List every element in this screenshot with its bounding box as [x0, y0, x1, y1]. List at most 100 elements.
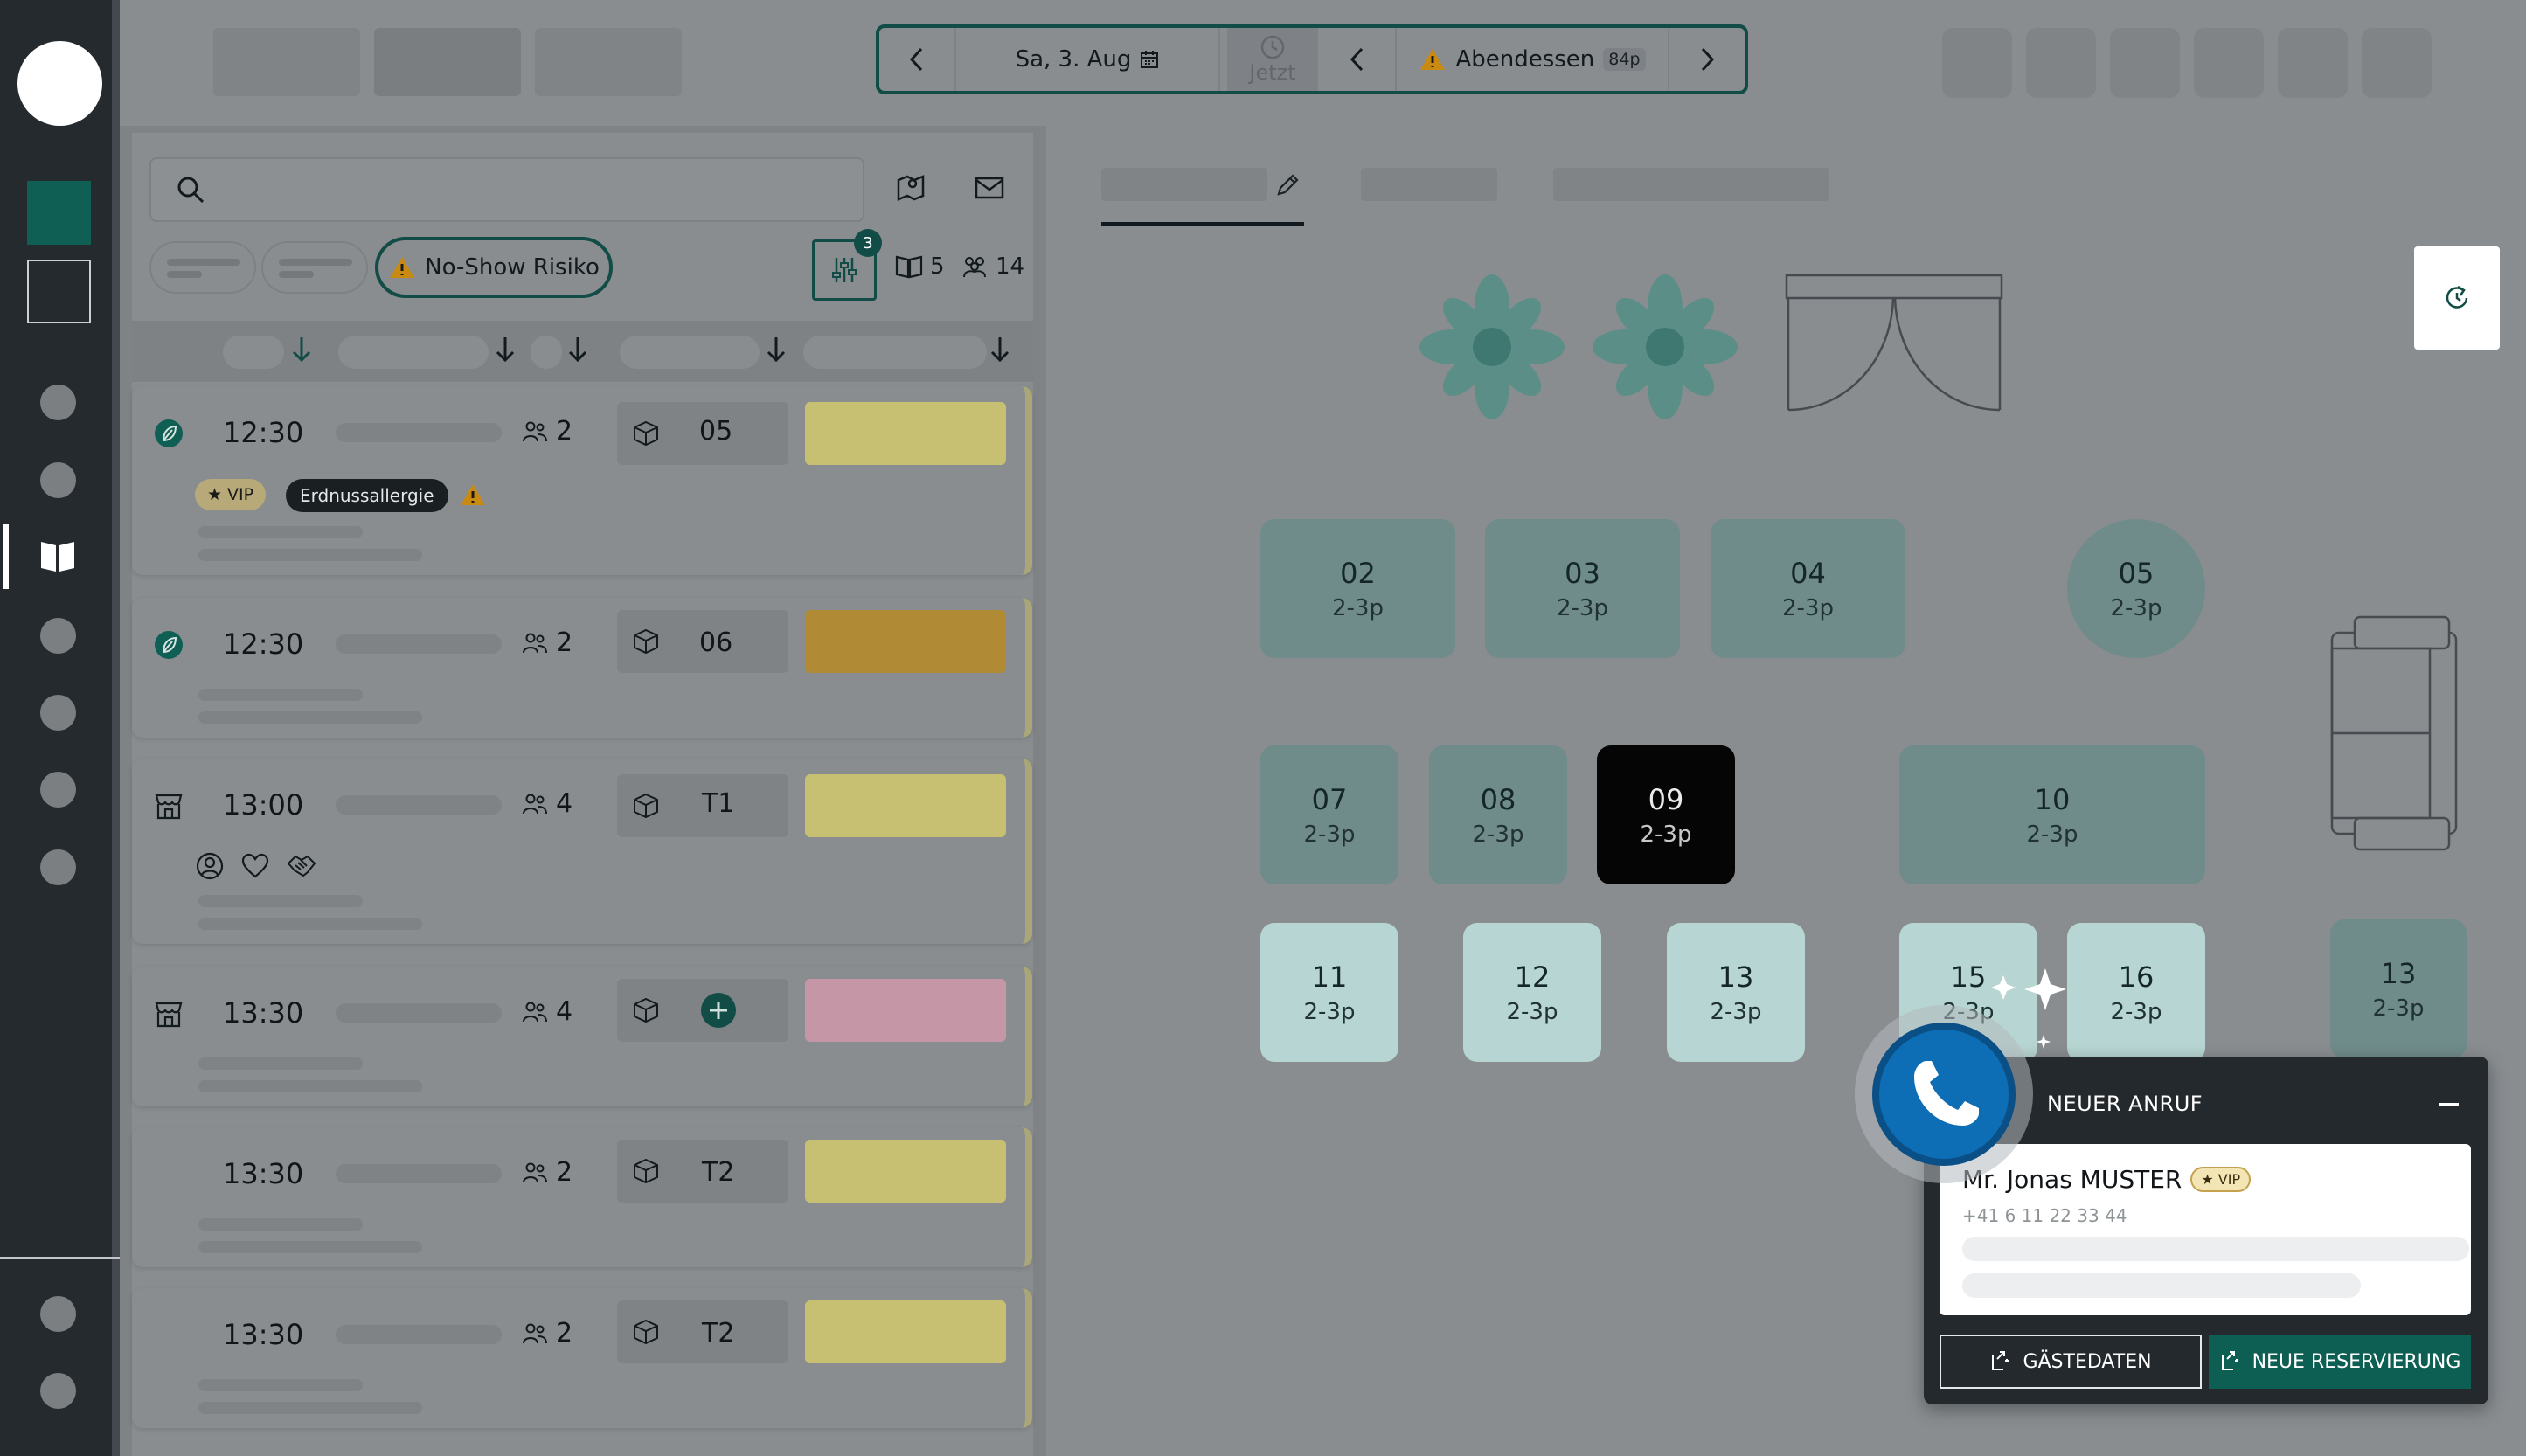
sidebar-item-2[interactable]: [40, 462, 76, 498]
sidebar-item-1[interactable]: [40, 385, 76, 420]
table-11[interactable]: 11 2-3p: [1260, 923, 1398, 1062]
table-03[interactable]: 03 2-3p: [1485, 519, 1680, 658]
guest-count: 2: [521, 1157, 573, 1188]
toolbar-button-3[interactable]: [2110, 28, 2180, 98]
sidebar-item-7[interactable]: [40, 849, 76, 885]
toolbar-button-2[interactable]: [2026, 28, 2096, 98]
sofa-icon: [2330, 615, 2458, 851]
top-tab-2[interactable]: [374, 28, 521, 96]
status-indicator[interactable]: [805, 1300, 1006, 1363]
filter-pill-1[interactable]: [149, 241, 256, 294]
note-placeholder: [198, 689, 363, 701]
prev-date-button[interactable]: [879, 28, 954, 91]
table-08[interactable]: 08 2-3p: [1429, 745, 1567, 884]
status-indicator[interactable]: [805, 402, 1006, 465]
add-table-icon[interactable]: [700, 992, 737, 1029]
table-05[interactable]: 05 2-3p: [2067, 519, 2205, 658]
arrow-down-icon[interactable]: [565, 334, 591, 365]
toolbar-button-1[interactable]: [1942, 28, 2012, 98]
filter-pill-2[interactable]: [261, 241, 368, 294]
note-placeholder: [198, 1402, 422, 1414]
table-16[interactable]: 16 2-3p: [2067, 923, 2205, 1062]
toolbar-button-4[interactable]: [2194, 28, 2264, 98]
search-input[interactable]: [149, 157, 864, 222]
table-07[interactable]: 07 2-3p: [1260, 745, 1398, 884]
reservation-card[interactable]: 13:30 4: [132, 967, 1032, 1106]
note-placeholder: [198, 1241, 422, 1253]
caller-card[interactable]: Mr. Jonas MUSTER ★ VIP +41 6 11 22 33 44: [1940, 1144, 2471, 1315]
top-tab-1[interactable]: [213, 28, 360, 96]
no-show-risk-filter[interactable]: No-Show Risiko: [375, 237, 613, 298]
answer-call-button[interactable]: [1872, 1023, 2016, 1166]
table-12[interactable]: 12 2-3p: [1463, 923, 1601, 1062]
pencil-icon[interactable]: [1275, 171, 1301, 198]
arrow-down-icon[interactable]: [492, 334, 518, 365]
service-selector[interactable]: Abendessen 84p: [1397, 28, 1668, 91]
now-label: Jetzt: [1249, 60, 1296, 85]
sort-column-5[interactable]: [803, 336, 987, 369]
table-09-selected[interactable]: 09 2-3p: [1597, 745, 1735, 884]
table-13-lounge[interactable]: 13 2-3p: [2330, 919, 2467, 1058]
table-02[interactable]: 02 2-3p: [1260, 519, 1455, 658]
top-tab-3[interactable]: [535, 28, 682, 96]
floor-tab-2[interactable]: [1361, 168, 1497, 201]
floor-tab-3[interactable]: [1553, 168, 1829, 201]
warning-icon: [461, 484, 485, 505]
people-icon: [523, 421, 547, 441]
reservation-card[interactable]: 13:00 4 T1: [132, 759, 1032, 944]
table-field[interactable]: [617, 979, 788, 1042]
table-10[interactable]: 10 2-3p: [1899, 745, 2205, 884]
sidebar-item-8[interactable]: [40, 1296, 76, 1332]
reservation-card[interactable]: 12:30 2 06: [132, 598, 1032, 738]
sidebar-item-secondary[interactable]: [27, 260, 91, 323]
table-13[interactable]: 13 2-3p: [1667, 923, 1805, 1062]
table-04[interactable]: 04 2-3p: [1711, 519, 1905, 658]
date-picker[interactable]: Sa, 3. Aug: [956, 28, 1218, 91]
door-icon: [1785, 274, 2003, 412]
next-service-button[interactable]: [1669, 28, 1745, 91]
prev-service-button[interactable]: [1320, 28, 1395, 91]
service-capacity-badge: 84p: [1603, 48, 1646, 71]
guest-name-placeholder: [336, 795, 502, 815]
sidebar-item-5[interactable]: [40, 695, 76, 731]
minimize-button[interactable]: [2439, 1103, 2459, 1106]
table-number: T1: [702, 788, 735, 819]
sidebar-item-4[interactable]: [40, 618, 76, 654]
reservation-card[interactable]: 13:30 2 T2: [132, 1127, 1032, 1267]
sidebar-item-9[interactable]: [40, 1373, 76, 1409]
app-logo[interactable]: [17, 41, 102, 126]
caller-detail-placeholder: [1962, 1237, 2469, 1261]
reservation-card[interactable]: 12:30 2 05 ★ VIP Erdnussallergie: [132, 386, 1032, 575]
sort-column-4[interactable]: [620, 336, 760, 369]
status-indicator[interactable]: [805, 774, 1006, 837]
arrow-down-icon[interactable]: [987, 334, 1013, 365]
sidebar-item-6[interactable]: [40, 772, 76, 808]
sort-column-1[interactable]: [223, 336, 284, 369]
floor-tab-1[interactable]: [1101, 168, 1267, 201]
mail-icon[interactable]: [975, 175, 1004, 201]
reservation-time: 13:30: [223, 1318, 304, 1351]
status-indicator[interactable]: [805, 610, 1006, 673]
guest-data-button[interactable]: GÄSTEDATEN: [1940, 1335, 2202, 1389]
new-reservation-button[interactable]: NEUE RESERVIERUNG: [2209, 1335, 2471, 1389]
arrow-down-icon[interactable]: [288, 334, 315, 365]
arrow-down-icon[interactable]: [763, 334, 789, 365]
book-icon[interactable]: [39, 538, 76, 573]
now-button[interactable]: Jetzt: [1227, 28, 1318, 91]
toolbar-button-6[interactable]: [2362, 28, 2432, 98]
toolbar-button-5[interactable]: [2278, 28, 2348, 98]
reservation-card[interactable]: 13:30 2 T2: [132, 1288, 1032, 1428]
map-pin-icon[interactable]: [895, 171, 926, 203]
sort-column-3[interactable]: [531, 336, 562, 369]
sidebar-item-primary[interactable]: [27, 181, 91, 245]
people-icon: [523, 1323, 547, 1343]
note-placeholder: [198, 918, 422, 930]
table-number: 05: [699, 416, 733, 447]
note-placeholder: [198, 711, 422, 724]
status-indicator[interactable]: [805, 1140, 1006, 1203]
sidebar: [0, 0, 120, 1456]
calendar-icon: [1141, 51, 1159, 68]
status-indicator[interactable]: [805, 979, 1006, 1042]
refresh-button[interactable]: [2414, 246, 2500, 350]
sort-column-2[interactable]: [338, 336, 489, 369]
